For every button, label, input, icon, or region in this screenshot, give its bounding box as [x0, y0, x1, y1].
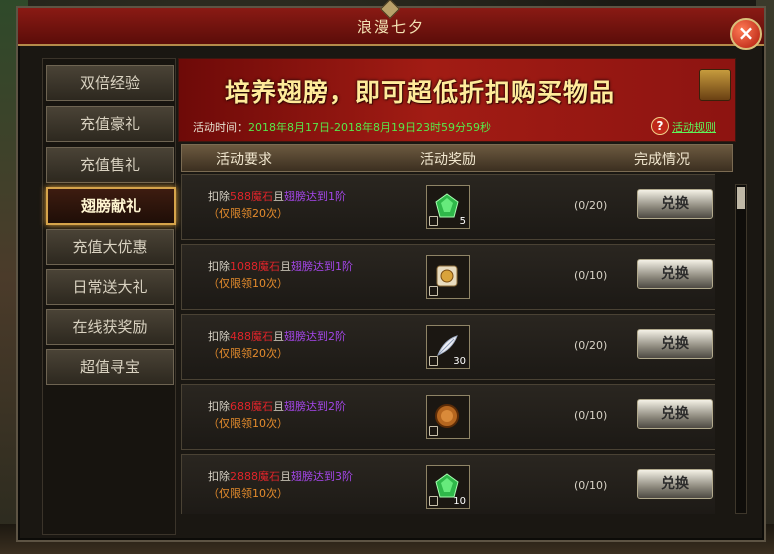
cost-prefix: 扣除 — [208, 260, 230, 273]
condition-prefix: 且 — [280, 470, 291, 483]
cost-amount: 1088 — [230, 260, 258, 273]
help-icon[interactable]: ? — [651, 117, 669, 135]
reward-item[interactable]: 30 — [426, 325, 470, 369]
condition: 翅膀达到2阶 — [284, 330, 346, 343]
event-time-label: 活动时间： — [193, 121, 248, 134]
table-row: 扣除488魔石且翅膀达到2阶 （仅限领20次） 30 (0/20) 兑换 — [181, 314, 715, 380]
bound-lock-icon — [429, 426, 438, 436]
cost-amount: 588 — [230, 190, 251, 203]
cost-prefix: 扣除 — [208, 330, 230, 343]
cost-prefix: 扣除 — [208, 470, 230, 483]
item-count: 5 — [459, 216, 466, 227]
row-requirement: 扣除2888魔石且翅膀达到3阶 （仅限领10次） — [208, 468, 353, 502]
game-scene: 浪漫七夕 × 双倍经验 充值豪礼 充值售礼 翅膀献礼 充值大优惠 日常送大礼 在… — [0, 0, 774, 554]
window-titlebar: 浪漫七夕 — [18, 0, 764, 46]
exchange-button[interactable]: 兑换 — [637, 189, 713, 219]
banner-headline: 培养翅膀，即可超低折扣购买物品 — [225, 78, 616, 107]
list-scrollbar[interactable] — [735, 184, 747, 514]
reward-item[interactable] — [426, 395, 470, 439]
sidebar-item-wing-gift[interactable]: 翅膀献礼 — [46, 187, 176, 225]
condition-prefix: 且 — [280, 260, 291, 273]
reward-item[interactable]: 10 — [426, 465, 470, 509]
condition-prefix: 且 — [273, 330, 284, 343]
item-count: 30 — [453, 356, 466, 367]
bound-lock-icon — [429, 496, 438, 506]
reward-item[interactable] — [426, 255, 470, 299]
row-progress: (0/20) — [574, 199, 608, 212]
sidebar-item-double-exp[interactable]: 双倍经验 — [46, 65, 174, 101]
sidebar-item-treasure-hunt[interactable]: 超值寻宝 — [46, 349, 174, 385]
bound-lock-icon — [429, 216, 438, 226]
table-header: 活动要求 活动奖励 完成情况 — [181, 144, 733, 172]
event-rules-link[interactable]: 活动规则 — [672, 119, 716, 135]
sidebar-item-daily-gift[interactable]: 日常送大礼 — [46, 269, 174, 305]
table-row: 扣除1088魔石且翅膀达到1阶 （仅限领10次） (0/10) 兑换 — [181, 244, 715, 310]
sidebar-item-recharge-sale[interactable]: 充值售礼 — [46, 147, 174, 183]
item-count: 10 — [453, 496, 466, 507]
condition-prefix: 且 — [273, 400, 284, 413]
cost-unit: 魔石 — [251, 330, 273, 343]
cost-unit: 魔石 — [258, 260, 280, 273]
claim-limit: （仅限领20次） — [208, 347, 288, 360]
row-requirement: 扣除588魔石且翅膀达到1阶 （仅限领20次） — [208, 188, 346, 222]
exchange-button[interactable]: 兑换 — [637, 259, 713, 289]
condition: 翅膀达到3阶 — [291, 470, 353, 483]
window-title: 浪漫七夕 — [356, 18, 425, 36]
scrollbar-thumb[interactable] — [737, 187, 745, 209]
cost-prefix: 扣除 — [208, 400, 230, 413]
condition: 翅膀达到1阶 — [291, 260, 353, 273]
table-row: 扣除588魔石且翅膀达到1阶 （仅限领20次） 5 (0/20) 兑换 — [181, 174, 715, 240]
exchange-button[interactable]: 兑换 — [637, 399, 713, 429]
table-row: 扣除688魔石且翅膀达到2阶 （仅限领10次） (0/10) 兑换 — [181, 384, 715, 450]
bound-lock-icon — [429, 356, 438, 366]
bronze-coin-icon — [435, 404, 459, 428]
cost-amount: 688 — [230, 400, 251, 413]
sidebar-item-recharge-gift[interactable]: 充值豪礼 — [46, 106, 174, 142]
row-requirement: 扣除488魔石且翅膀达到2阶 （仅限领20次） — [208, 328, 346, 362]
sidebar-item-online-reward[interactable]: 在线获奖励 — [46, 309, 174, 345]
cost-amount: 488 — [230, 330, 251, 343]
exchange-button[interactable]: 兑换 — [637, 469, 713, 499]
claim-limit: （仅限领10次） — [208, 417, 288, 430]
scroll-coin-icon — [436, 265, 458, 287]
green-gem-icon — [435, 193, 459, 218]
header-reward: 活动奖励 — [420, 152, 476, 168]
cost-unit: 魔石 — [258, 470, 280, 483]
sidebar: 双倍经验 充值豪礼 充值售礼 翅膀献礼 充值大优惠 日常送大礼 在线获奖励 超值… — [42, 58, 176, 535]
close-button[interactable]: × — [730, 18, 762, 50]
header-status: 完成情况 — [634, 152, 690, 168]
row-requirement: 扣除688魔石且翅膀达到2阶 （仅限领10次） — [208, 398, 346, 432]
event-window: 浪漫七夕 × 双倍经验 充值豪礼 充值售礼 翅膀献礼 充值大优惠 日常送大礼 在… — [16, 0, 766, 542]
condition: 翅膀达到2阶 — [284, 400, 346, 413]
cost-amount: 2888 — [230, 470, 258, 483]
row-progress: (0/10) — [574, 479, 608, 492]
claim-limit: （仅限领10次） — [208, 277, 288, 290]
bound-lock-icon — [429, 286, 438, 296]
cost-prefix: 扣除 — [208, 190, 230, 203]
claim-limit: （仅限领20次） — [208, 207, 288, 220]
reward-item[interactable]: 5 — [426, 185, 470, 229]
row-progress: (0/10) — [574, 269, 608, 282]
header-requirement: 活动要求 — [216, 152, 272, 168]
cost-unit: 魔石 — [251, 400, 273, 413]
condition-prefix: 且 — [273, 190, 284, 203]
table-row: 扣除2888魔石且翅膀达到3阶 （仅限领10次） 10 (0/10) 兑换 — [181, 454, 715, 514]
claim-limit: （仅限领10次） — [208, 487, 288, 500]
sidebar-item-recharge-discount[interactable]: 充值大优惠 — [46, 229, 174, 265]
event-banner: 培养翅膀，即可超低折扣购买物品 活动时间：2018年8月17日-2018年8月1… — [178, 58, 736, 142]
event-time-value: 2018年8月17日-2018年8月19日23时59分59秒 — [248, 121, 491, 134]
cost-unit: 魔石 — [251, 190, 273, 203]
row-requirement: 扣除1088魔石且翅膀达到1阶 （仅限领10次） — [208, 258, 353, 292]
reward-list: 扣除588魔石且翅膀达到1阶 （仅限领20次） 5 (0/20) 兑换 扣除10… — [181, 174, 715, 514]
treasure-chest-icon — [699, 69, 731, 101]
condition: 翅膀达到1阶 — [284, 190, 346, 203]
exchange-button[interactable]: 兑换 — [637, 329, 713, 359]
row-progress: (0/20) — [574, 339, 608, 352]
row-progress: (0/10) — [574, 409, 608, 422]
event-time: 活动时间：2018年8月17日-2018年8月19日23时59分59秒 — [193, 119, 491, 135]
